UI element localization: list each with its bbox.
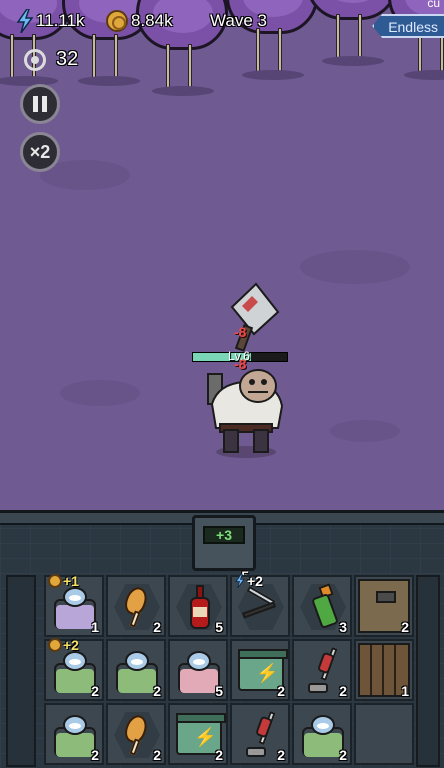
energy-counter: 11.11k [16, 8, 85, 34]
item-quantity: 2 [277, 747, 285, 763]
lightning-icon [235, 574, 245, 588]
grid-cell[interactable]: 2 [230, 703, 290, 765]
merge-bonus: +2 [48, 637, 79, 653]
coin-counter: 8.84k [106, 8, 173, 34]
corner-label: cu [427, 0, 440, 10]
grid-cell[interactable]: 5 [168, 639, 228, 701]
item-quantity: 2 [153, 747, 161, 763]
item-quantity: 2 [91, 683, 99, 699]
item-quantity: 2 [339, 683, 347, 699]
energy-value: 11.11k [36, 11, 85, 30]
enemy-butcher: Lv.6 -8 -8 [188, 282, 298, 462]
item-quantity: 2 [153, 619, 161, 635]
item-quantity: 2 [215, 747, 223, 763]
grid-cell[interactable]: 2 [106, 703, 166, 765]
merge-bonus: +1 [48, 573, 79, 589]
vacuum-icon [244, 710, 280, 761]
dispenser-tray[interactable]: +3 5 [192, 515, 256, 584]
tree-monster [388, 0, 444, 84]
item-grid: +1 1 2 5 +2 3 2 +2 2 2 5 ⚡ 2 2 1 2 2 ⚡ 2 2 2 [44, 573, 416, 767]
item-quantity: 1 [91, 619, 99, 635]
item-quantity: 2 [339, 747, 347, 763]
bed-icon [54, 713, 96, 759]
bottle-icon [190, 585, 210, 631]
wave-text: Wave 3 [210, 11, 268, 30]
grid-cell[interactable]: 2 [106, 639, 166, 701]
eye-icon [24, 48, 46, 71]
speed-label: ×2 [29, 141, 51, 162]
grid-cell[interactable]: 3 [292, 575, 352, 637]
game-screen: 11.11k 8.84k Wave 3 cu Endless 32 ×2 Lv.… [0, 0, 444, 768]
grid-cell[interactable]: +1 1 [44, 573, 104, 637]
knife-icon [238, 585, 282, 627]
kill-count-value: 32 [56, 48, 79, 70]
butcher-body [207, 369, 284, 458]
grid-cell[interactable]: 2 [354, 575, 414, 637]
bed-icon [54, 585, 96, 631]
kill-counter: 32 [24, 48, 78, 71]
grid-cell[interactable]: 2 [292, 639, 352, 701]
coin-icon [48, 574, 62, 588]
bed-icon [54, 649, 96, 695]
merge-bonus: +2 [234, 573, 263, 589]
damage-number: -8 [234, 324, 247, 340]
item-quantity: 3 [339, 619, 347, 635]
item-quantity: 2 [91, 747, 99, 763]
vacuum-icon [306, 646, 342, 697]
chicken-leg-icon [121, 712, 152, 757]
bed-icon [178, 649, 220, 695]
coin-icon [48, 638, 62, 652]
empty-slot[interactable] [354, 703, 414, 765]
grid-cell[interactable]: 5 [168, 575, 228, 637]
item-quantity: 5 [215, 619, 223, 635]
item-quantity: 2 [277, 683, 285, 699]
speed-button[interactable]: ×2 [20, 132, 60, 172]
pause-button[interactable] [20, 84, 60, 124]
bed-icon [302, 713, 344, 759]
bed-icon [116, 649, 158, 695]
lightning-icon [16, 9, 34, 33]
grid-cell[interactable]: 2 [44, 703, 104, 765]
grid-cell[interactable]: 2 [292, 703, 352, 765]
grid-cell[interactable]: ⚡ 2 [230, 639, 290, 701]
cleaver-icon [230, 282, 280, 352]
item-quantity: 1 [401, 683, 409, 699]
mode-badge[interactable]: Endless [372, 14, 444, 38]
item-quantity: 5 [215, 683, 223, 699]
pause-icon [33, 96, 47, 112]
grid-cell[interactable]: 1 [354, 639, 414, 701]
grid-cell[interactable]: +2 [230, 573, 290, 637]
merge-board: +3 5 +1125+232+2225⚡22122⚡222 [0, 510, 444, 768]
coin-icon [106, 10, 128, 32]
item-quantity: 2 [153, 683, 161, 699]
grid-cell[interactable]: ⚡ 2 [168, 703, 228, 765]
battlefield: 11.11k 8.84k Wave 3 cu Endless 32 ×2 Lv.… [0, 0, 444, 510]
tray-bonus: +3 [203, 526, 245, 544]
wave-label: Wave 3 [210, 8, 267, 34]
item-quantity: 2 [401, 619, 409, 635]
chicken-leg-icon [121, 584, 152, 629]
spray-can-icon [311, 583, 339, 631]
coin-value: 8.84k [131, 11, 173, 30]
grid-cell[interactable]: +2 2 [44, 637, 104, 701]
grid-cell[interactable]: 2 [106, 575, 166, 637]
